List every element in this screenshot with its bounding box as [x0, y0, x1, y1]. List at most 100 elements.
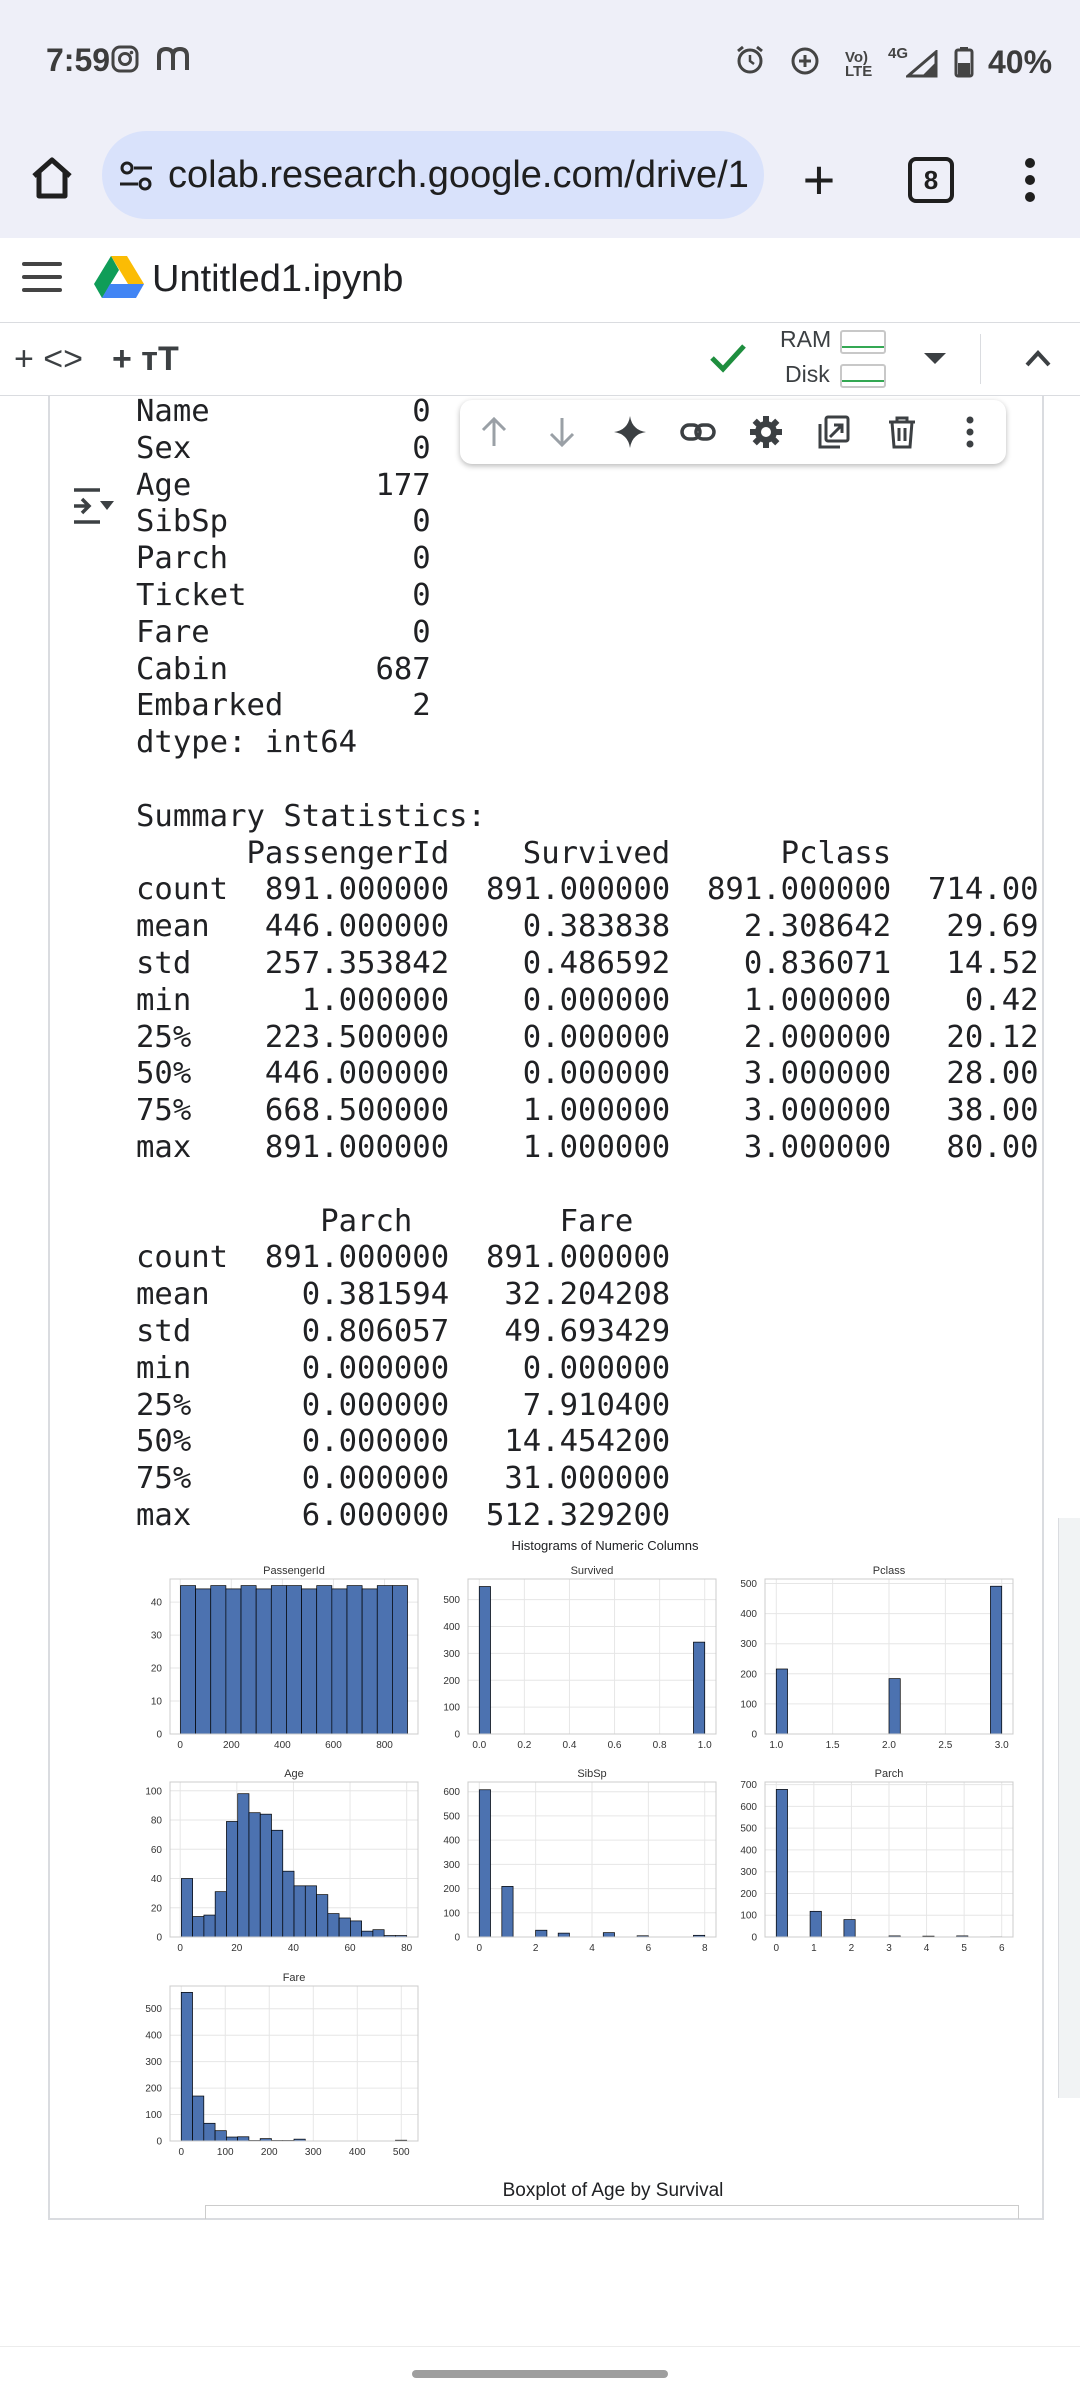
pclass-bar	[775, 1668, 788, 1735]
age-bar	[316, 1894, 329, 1938]
survived-xtick-label: 1.0	[698, 1740, 712, 1751]
pclass-title: Pclass	[873, 1565, 906, 1577]
parch-ytick-label: 700	[740, 1780, 757, 1791]
fare-bar	[237, 2136, 250, 2142]
figure-title: Histograms of Numeric Columns	[511, 1538, 699, 1553]
age-ytick-label: 80	[151, 1816, 163, 1827]
passengerid-bar	[346, 1585, 363, 1735]
parch-xtick-label: 0	[773, 1943, 779, 1954]
parch-bar	[843, 1919, 856, 1938]
age-bar	[214, 1891, 227, 1938]
url-text[interactable]: colab.research.google.com/drive/1mC	[168, 154, 750, 197]
home-button[interactable]	[22, 148, 82, 208]
fare-xtick-label: 500	[393, 2147, 410, 2158]
disk-meter	[840, 364, 886, 388]
pclass-ytick-label: 200	[740, 1669, 757, 1680]
fare-bar	[203, 2122, 216, 2142]
delete-icon[interactable]	[884, 414, 920, 450]
move-down-icon[interactable]	[544, 414, 580, 450]
fare-xtick-label: 300	[305, 2147, 322, 2158]
move-up-icon[interactable]	[476, 414, 512, 450]
sibsp-xtick-label: 4	[589, 1943, 595, 1954]
survived-xtick-label: 0.2	[517, 1740, 531, 1751]
scrollbar[interactable]	[1058, 1518, 1080, 2098]
pclass-xtick-label: 2.0	[882, 1740, 896, 1751]
pclass-ytick-label: 100	[740, 1699, 757, 1710]
parch-bar	[809, 1910, 822, 1938]
passengerid-bar	[376, 1585, 393, 1735]
age-ytick-label: 100	[145, 1786, 162, 1797]
passengerid-bar	[361, 1588, 378, 1735]
mirror-cell-icon[interactable]	[816, 414, 852, 450]
fare-bar	[192, 2095, 205, 2142]
survived-bar	[693, 1641, 706, 1735]
parch-xtick-label: 3	[886, 1943, 892, 1954]
sibsp-xtick-label: 6	[646, 1943, 652, 1954]
sibsp-xtick-label: 8	[702, 1943, 708, 1954]
age-xtick-label: 40	[288, 1943, 300, 1954]
gutter	[0, 396, 48, 2386]
histogram-figure: Histograms of Numeric Columns 0 200 400 600…	[120, 1536, 1040, 2160]
age-xtick-label: 20	[231, 1943, 243, 1954]
sibsp-bar	[602, 1932, 615, 1938]
passengerid-bar	[286, 1585, 302, 1735]
passengerid-xtick-label: 0	[177, 1740, 183, 1751]
passengerid-bar	[316, 1585, 333, 1735]
survived-ytick-label: 200	[443, 1676, 460, 1687]
alarm-icon	[734, 44, 766, 83]
age-bar	[350, 1920, 362, 1938]
sibsp-ytick-label: 600	[443, 1787, 460, 1798]
pclass-ytick-label: 0	[751, 1730, 757, 1741]
fare-xtick-label: 0	[178, 2147, 184, 2158]
more-actions-icon[interactable]	[952, 414, 988, 450]
google-drive-icon[interactable]	[94, 254, 144, 298]
collapse-header-icon[interactable]	[1024, 348, 1052, 368]
gear-icon[interactable]	[748, 414, 784, 450]
gemini-sparkle-icon[interactable]	[612, 414, 648, 450]
parch-xtick-label: 6	[999, 1943, 1005, 1954]
age-bar	[282, 1870, 295, 1938]
new-tab-button[interactable]: +	[796, 140, 842, 220]
age-bar	[226, 1821, 239, 1938]
add-code-cell-button[interactable]: + <>	[14, 340, 83, 379]
battery-percent: 40%	[988, 44, 1053, 80]
fare-ytick-label: 500	[145, 2004, 162, 2015]
passengerid-title: PassengerId	[263, 1565, 325, 1577]
tab-switcher-button[interactable]: 8	[908, 157, 954, 203]
sibsp-ytick-label: 300	[443, 1860, 460, 1871]
disk-label: Disk	[785, 361, 830, 387]
survived-ytick-label: 100	[443, 1703, 460, 1714]
pclass-ytick-label: 300	[740, 1639, 757, 1650]
age-bar	[203, 1914, 216, 1938]
pclass-xtick-label: 1.5	[826, 1740, 840, 1751]
m-app-icon	[156, 46, 190, 79]
survived-ytick-label: 400	[443, 1622, 460, 1633]
gesture-home-indicator[interactable]	[412, 2370, 668, 2378]
parch-xtick-label: 1	[811, 1943, 817, 1954]
runtime-dropdown-icon[interactable]	[924, 353, 946, 364]
lte-label: LTE	[845, 63, 873, 80]
survived-xtick-label: 0.0	[472, 1740, 486, 1751]
add-text-cell-button[interactable]: + тT	[112, 340, 179, 379]
output-menu-icon[interactable]	[70, 484, 116, 528]
fare-ytick-label: 0	[156, 2137, 162, 2148]
passengerid-ytick-label: 10	[151, 1697, 163, 1708]
passengerid-bar	[331, 1588, 348, 1735]
notebook-title[interactable]: Untitled1.ipynb	[152, 258, 403, 301]
histograms-svg: Histograms of Numeric Columns 0 200 400 600…	[145, 1538, 1014, 2158]
pclass-xtick-label: 3.0	[995, 1740, 1009, 1751]
survived-xtick-label: 0.8	[653, 1740, 667, 1751]
battery-icon	[954, 46, 974, 85]
survived-axes	[467, 1578, 717, 1735]
hamburger-menu-button[interactable]	[22, 262, 62, 294]
link-icon[interactable]	[680, 414, 716, 450]
browser-menu-button[interactable]	[1010, 150, 1050, 210]
connected-check-icon[interactable]	[708, 340, 748, 376]
survived-ytick-label: 300	[443, 1649, 460, 1660]
site-settings-icon[interactable]	[118, 158, 154, 194]
survived-title: Survived	[571, 1565, 614, 1577]
pclass-ytick-label: 500	[740, 1579, 757, 1590]
age-bar	[259, 1813, 272, 1938]
sibsp-title: SibSp	[577, 1768, 606, 1780]
parch-ytick-label: 400	[740, 1845, 757, 1856]
